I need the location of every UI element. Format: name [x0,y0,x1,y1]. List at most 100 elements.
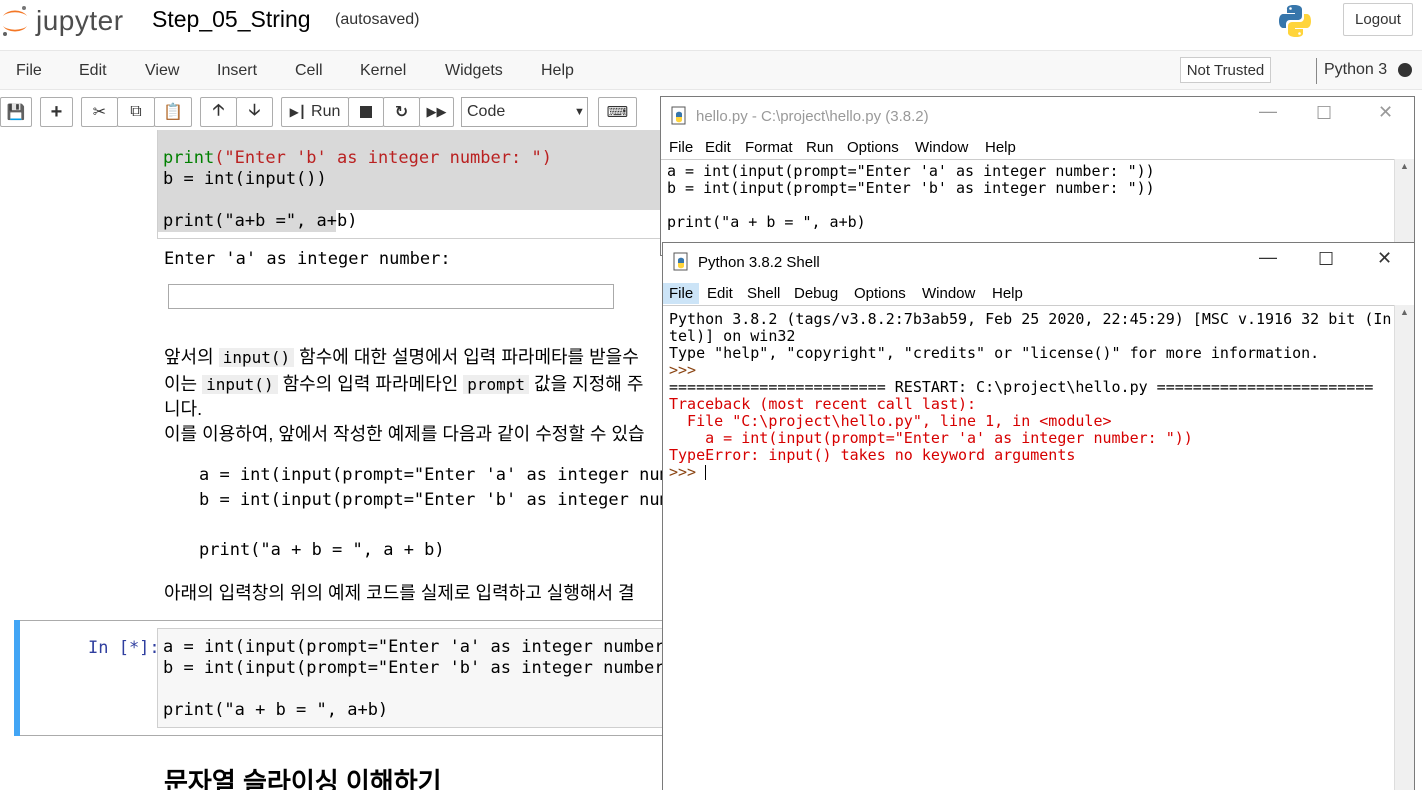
shell-title-bar[interactable]: Python 3.8.2 Shell — ☐ ✕ [663,243,1414,281]
editor-menu-window[interactable]: Window [915,139,968,156]
jupyter-logo[interactable]: jupyter [0,2,124,40]
menu-kernel[interactable]: Kernel [360,62,406,80]
editor-menu-help[interactable]: Help [985,139,1016,156]
selected-cell-indicator [14,620,20,736]
editor-menu-options[interactable]: Options [847,139,899,156]
cell1-line-2: b = int(input()) [163,169,327,189]
run-button[interactable]: ▶┃ Run [281,97,349,127]
editor-menu-format[interactable]: Format [745,139,793,156]
copy-icon: ⧉ [130,103,142,120]
shell-menu-options[interactable]: Options [854,285,906,302]
move-down-button[interactable]: 🡣 [236,97,273,127]
arrow-up-icon: 🡡 [212,101,225,119]
chevron-down-icon: ▼ [574,106,585,118]
minimize-icon[interactable]: — [1259,247,1277,268]
markdown-paragraph-4: 이를 이용하여, 앞에서 작성한 예제를 다음과 같이 수정할 수 있습 [164,424,645,444]
idle-app-icon [673,252,688,271]
notebook-title[interactable]: Step_05_String [152,6,311,33]
logout-button[interactable]: Logout [1343,3,1413,36]
cut-button[interactable]: ✂ [81,97,118,127]
autosave-status: (autosaved) [335,11,420,28]
text-cursor [705,465,707,480]
step-forward-icon: ▶┃ [289,105,307,119]
traceback-line-4: TypeError: input() takes no keyword argu… [669,446,1076,464]
kernel-busy-indicator-icon [1398,63,1412,77]
move-up-button[interactable]: 🡡 [200,97,237,127]
editor-title-bar[interactable]: hello.py - C:\project\hello.py (3.8.2) —… [661,97,1414,135]
restart-icon: ↻ [394,104,409,121]
close-icon[interactable]: ✕ [1377,248,1392,269]
editor-menu-edit[interactable]: Edit [705,139,731,156]
command-palette-button[interactable]: ⌨ [598,97,637,127]
editor-menu-run[interactable]: Run [806,139,834,156]
close-icon[interactable]: ✕ [1378,102,1393,123]
shell-menu-debug[interactable]: Debug [794,285,838,302]
idle-shell-window[interactable]: Python 3.8.2 Shell — ☐ ✕ File Edit Shell… [662,242,1415,790]
python-logo-icon [1276,2,1314,45]
kernel-name[interactable]: Python 3 [1324,61,1387,79]
example-code-line-1: a = int(input(prompt="Enter 'a' as integ… [199,465,711,485]
menu-help[interactable]: Help [541,62,574,80]
idle-editor-window[interactable]: hello.py - C:\project\hello.py (3.8.2) —… [660,96,1415,256]
example-code-line-2: b = int(input(prompt="Enter 'b' as integ… [199,490,711,510]
menu-view[interactable]: View [145,62,179,80]
markdown-paragraph-2: 이는 input() 함수의 입력 파라메타인 prompt 값을 지정해 주 [164,374,644,394]
stop-icon [360,106,372,118]
markdown-paragraph-3: 니다. [164,399,203,419]
fast-forward-icon: ▶▶ [426,104,447,119]
restart-kernel-button[interactable]: ↻ [383,97,420,127]
shell-text-area[interactable]: Python 3.8.2 (tags/v3.8.2:7b3ab59, Feb 2… [663,305,1394,790]
maximize-icon[interactable]: ☐ [1316,103,1332,124]
stdin-input-field[interactable] [168,284,614,309]
keyboard-icon: ⌨ [606,104,629,121]
save-button[interactable]: 💾 [0,97,32,127]
copy-button[interactable]: ⧉ [117,97,155,127]
shell-menu-edit[interactable]: Edit [707,285,733,302]
run-label: Run [311,103,341,120]
cell1-line-3: print("a+b =", a+b) [163,211,358,231]
paste-button[interactable]: 📋 [154,97,192,127]
shell-menu-help[interactable]: Help [992,285,1023,302]
traceback-line-2: File "C:\project\hello.py", line 1, in <… [669,412,1112,430]
shell-scrollbar[interactable]: ▲ [1394,305,1414,790]
editor-title-text: hello.py - C:\project\hello.py (3.8.2) [696,108,929,125]
shell-banner-line-1: Python 3.8.2 (tags/v3.8.2:7b3ab59, Feb 2… [669,310,1392,328]
trust-indicator[interactable]: Not Trusted [1180,57,1271,83]
kernel-separator [1316,58,1317,84]
shell-banner-line-3: Type "help", "copyright", "credits" or "… [669,344,1320,362]
menu-cell[interactable]: Cell [295,62,323,80]
maximize-icon[interactable]: ☐ [1318,249,1334,270]
shell-prompt-1: >>> [669,361,706,379]
cell2-line-2: b = int(input(prompt="Enter 'b' as integ… [163,658,716,678]
scroll-up-icon[interactable]: ▲ [1400,307,1409,317]
traceback-line-3: a = int(input(prompt="Enter 'a' as integ… [669,429,1193,447]
menu-widgets[interactable]: Widgets [445,62,503,80]
example-code-line-3: print("a + b = ", a + b) [199,540,445,560]
restart-run-all-button[interactable]: ▶▶ [419,97,454,127]
cell-type-select[interactable]: Code [461,97,588,127]
minimize-icon[interactable]: — [1259,101,1277,122]
shell-title-text: Python 3.8.2 Shell [698,254,820,271]
shell-menu-file[interactable]: File [663,283,700,304]
shell-menubar: File Edit Shell Debug Options Window Hel… [663,281,1414,305]
shell-menu-shell[interactable]: Shell [747,285,780,302]
menu-file[interactable]: File [16,62,42,80]
scroll-up-icon[interactable]: ▲ [1400,161,1409,171]
input-prompt-text: Enter 'a' as integer number: [164,249,451,269]
menu-insert[interactable]: Insert [217,62,257,80]
cell2-execution-prompt: In [*]: [88,638,160,658]
insert-cell-button[interactable]: + [40,97,73,127]
traceback-line-1: Traceback (most recent call last): [669,395,977,413]
jupyter-header: jupyter Step_05_String (autosaved) Logou… [0,0,1422,50]
section-heading: 문자열 슬라이싱 이해하기 [164,767,442,790]
cell1-line-1: print("Enter 'b' as integer number: ") [163,148,552,168]
interrupt-kernel-button[interactable] [348,97,384,127]
editor-line-4: print("a + b = ", a+b) [667,213,866,231]
shell-menu-window[interactable]: Window [922,285,975,302]
editor-menu-file[interactable]: File [669,139,693,156]
cell2-line-3: print("a + b = ", a+b) [163,700,389,720]
editor-line-2: b = int(input(prompt="Enter 'b' as integ… [667,179,1155,197]
editor-menubar: File Edit Format Run Options Window Help [661,135,1414,159]
menu-edit[interactable]: Edit [79,62,107,80]
plus-icon: + [50,100,63,123]
